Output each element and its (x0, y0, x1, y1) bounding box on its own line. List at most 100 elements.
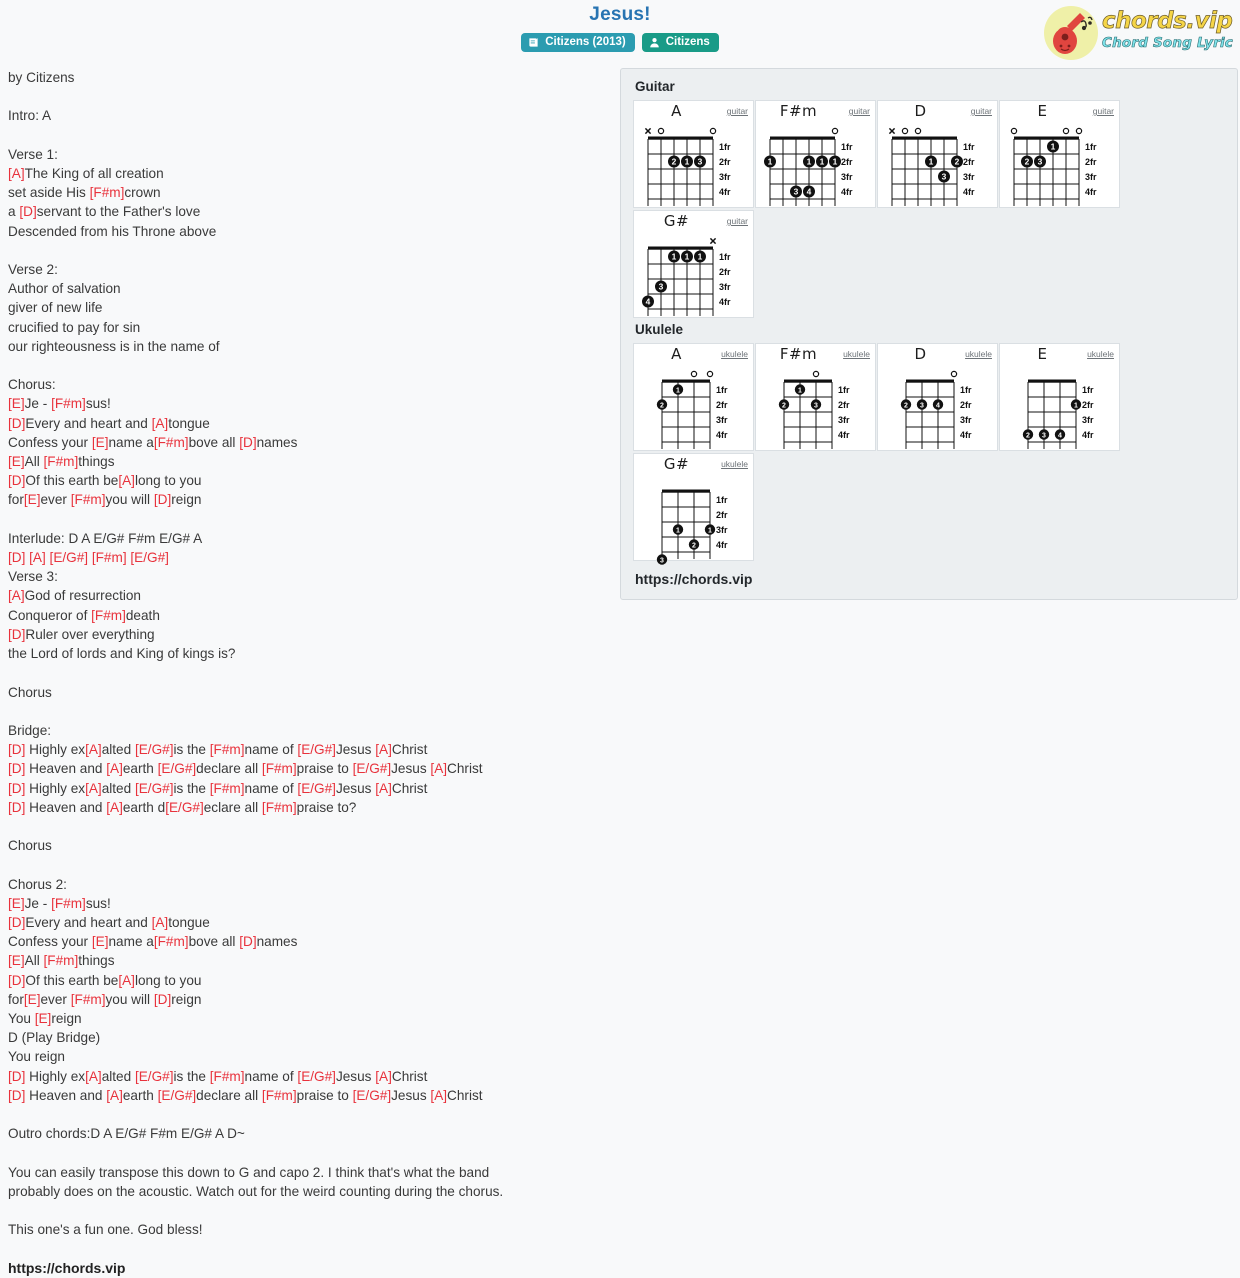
logo-sub-text: Chord Song Lyric (1102, 35, 1234, 52)
fret-label: 2fr (841, 157, 853, 167)
lyric-line: [D] Heaven and [A]earth d[E/G#]eclare al… (8, 798, 608, 817)
site-logo[interactable]: chords.vip Chord Song Lyric (1040, 4, 1234, 62)
guitar-chord-row: Aguitar 2 1 3 1fr 2fr 3fr 4fr F#m guitar 1 1 1 1 3 4 1fr… (633, 100, 1225, 320)
chord-diagram-card[interactable]: Dukulele 2 3 4 1fr 2fr 3fr 4fr (877, 343, 998, 451)
lyric-line: [D]Every and heart and [A]tongue (8, 913, 608, 932)
chord-diagram-card[interactable]: Dguitar 1 2 3 1fr 2fr 3fr 4fr (877, 100, 998, 208)
svg-text:1: 1 (807, 157, 812, 167)
lyric-line: [D] Highly ex[A]alted [E/G#]is the [F#m]… (8, 1067, 608, 1086)
lyric-text: Of this earth be (25, 972, 119, 988)
lyric-line (8, 817, 608, 836)
page-header: Jesus! Citizens (2013) Citizens chords.v… (0, 0, 1240, 62)
fret-label: 4fr (719, 187, 731, 197)
fret-label: 3fr (963, 172, 975, 182)
lyric-text: things (78, 953, 115, 969)
svg-text:1: 1 (676, 388, 680, 395)
chord-token: [E] (8, 953, 25, 969)
lyric-text: alted (101, 780, 135, 796)
lyric-text: praise to (296, 761, 353, 777)
chord-diagram-card[interactable]: Eguitar 1 2 3 1fr 2fr 3fr 4fr (999, 100, 1120, 208)
chord-token: [F#m] (91, 607, 126, 623)
lyric-text: reign (171, 492, 202, 508)
lyric-text: eclare all (203, 799, 262, 815)
chord-instrument-label[interactable]: ukulele (721, 349, 748, 359)
svg-text:4: 4 (1058, 433, 1062, 440)
chord-instrument-label[interactable]: guitar (727, 216, 748, 226)
svg-text:4: 4 (646, 297, 651, 307)
chord-token: [E] (8, 895, 25, 911)
chord-diagram-card[interactable]: F#m guitar 1 1 1 1 3 4 1fr 2fr 3fr 4fr (755, 100, 876, 208)
chord-diagram-card[interactable]: Aguitar 2 1 3 1fr 2fr 3fr 4fr (633, 100, 754, 208)
lyric-line: Intro: A (8, 108, 52, 124)
fret-label: 3fr (716, 525, 728, 535)
lyric-text: reign (171, 991, 202, 1007)
chord-token: [D] (8, 415, 26, 431)
svg-text:4: 4 (936, 403, 940, 410)
lyric-text: you will (105, 991, 154, 1007)
lyric-text: Of this earth be (25, 473, 119, 489)
lyric-line: Confess your [E]name a[F#m]bove all [D]n… (8, 433, 608, 452)
fret-label: 3fr (716, 415, 728, 425)
fret-label: 1fr (716, 385, 728, 395)
lyric-text: Heaven and (25, 761, 107, 777)
lyric-text: you will (105, 492, 154, 508)
chord-instrument-label[interactable]: ukulele (965, 349, 992, 359)
lyric-line (8, 87, 608, 106)
chord-diagram-card[interactable]: G# guitar 1 1 1 3 4 1fr 2fr 3fr 4fr (633, 210, 754, 318)
lyric-text: Heaven and (25, 1087, 107, 1103)
lyric-text: earth (122, 761, 158, 777)
fretboard-diagram: 1231fr2fr3fr4fr (888, 127, 975, 206)
chord-diagram-card[interactable]: Aukulele 1 2 1fr 2fr 3fr 4fr (633, 343, 754, 451)
lyrics-body: by Citizens Intro: A Verse 1: [A]The King… (8, 68, 608, 1278)
svg-text:2: 2 (660, 403, 664, 410)
fret-label: 2fr (1085, 157, 1097, 167)
chord-token: [E] (23, 492, 41, 508)
lyric-text: Ruler over everything (25, 626, 155, 642)
lyric-text: name a (108, 934, 154, 950)
lyric-text: Christ (447, 1087, 483, 1103)
svg-text:1: 1 (672, 252, 677, 262)
fret-label: 3fr (719, 282, 731, 292)
chord-instrument-label[interactable]: ukulele (843, 349, 870, 359)
chord-token: [F#m] (51, 396, 86, 412)
lyric-line: [D] Highly ex[A]alted [E/G#]is the [F#m]… (8, 740, 608, 759)
lyric-line: our righteousness is in the name of (8, 338, 220, 354)
chord-diagram-card[interactable]: G# ukulele 1 1 2 3 1fr 2fr 3fr 4fr (633, 453, 754, 565)
artist-badge[interactable]: Citizens (641, 33, 719, 52)
lyric-line: set aside His [F#m]crown (8, 183, 608, 202)
panel-site-url[interactable]: https://chords.vip (633, 571, 1225, 587)
chord-token: [A] (8, 166, 25, 182)
fret-label: 2fr (1082, 400, 1094, 410)
album-badge[interactable]: Citizens (2013) (521, 33, 635, 52)
fretboard-diagram: 1 1 2 3 1fr 2fr 3fr 4fr (656, 489, 728, 565)
chord-token: [A] (151, 415, 169, 431)
lyric-line: Chorus (8, 838, 52, 854)
chord-token: [D] (153, 492, 172, 508)
chord-instrument-label[interactable]: guitar (727, 106, 748, 116)
chord-diagram-card[interactable]: F#m ukulele 1 2 3 1fr 2fr 3fr 4fr (755, 343, 876, 451)
lyric-text: is the (173, 742, 210, 758)
svg-text:1: 1 (685, 252, 690, 262)
lyric-line: for[E]ever [F#m]you will [D]reign (8, 990, 608, 1009)
lyric-text: names (256, 434, 298, 450)
chord-token: [A] (106, 761, 123, 777)
lyric-text: Confess your (8, 934, 92, 950)
chord-instrument-label[interactable]: ukulele (721, 459, 748, 469)
chord-instrument-label[interactable]: guitar (849, 106, 870, 116)
fretboard-diagram: 1231fr2fr3fr4fr (778, 370, 850, 449)
lyric-line: [D] [A] [E/G#] [F#m] [E/G#] (8, 548, 608, 567)
lyric-text: set aside His (8, 185, 90, 201)
chord-diagram-card[interactable]: Eukulele 1 2 3 4 1fr 2fr 3fr 4fr (999, 343, 1120, 451)
chord-instrument-label[interactable]: guitar (971, 106, 992, 116)
chord-instrument-label[interactable]: guitar (1093, 106, 1114, 116)
fret-label: 1fr (960, 385, 972, 395)
fret-label: 2fr (719, 157, 731, 167)
lyric-line (8, 1105, 608, 1124)
lyric-text: servant to the Father's love (36, 204, 201, 220)
svg-text:1: 1 (676, 528, 680, 535)
chord-instrument-label[interactable]: ukulele (1087, 349, 1114, 359)
chord-token: [D] (8, 761, 26, 777)
chord-token: [A] (8, 588, 25, 604)
chord-token: [E/G#] (352, 1087, 392, 1103)
fret-label: 3fr (841, 172, 853, 182)
